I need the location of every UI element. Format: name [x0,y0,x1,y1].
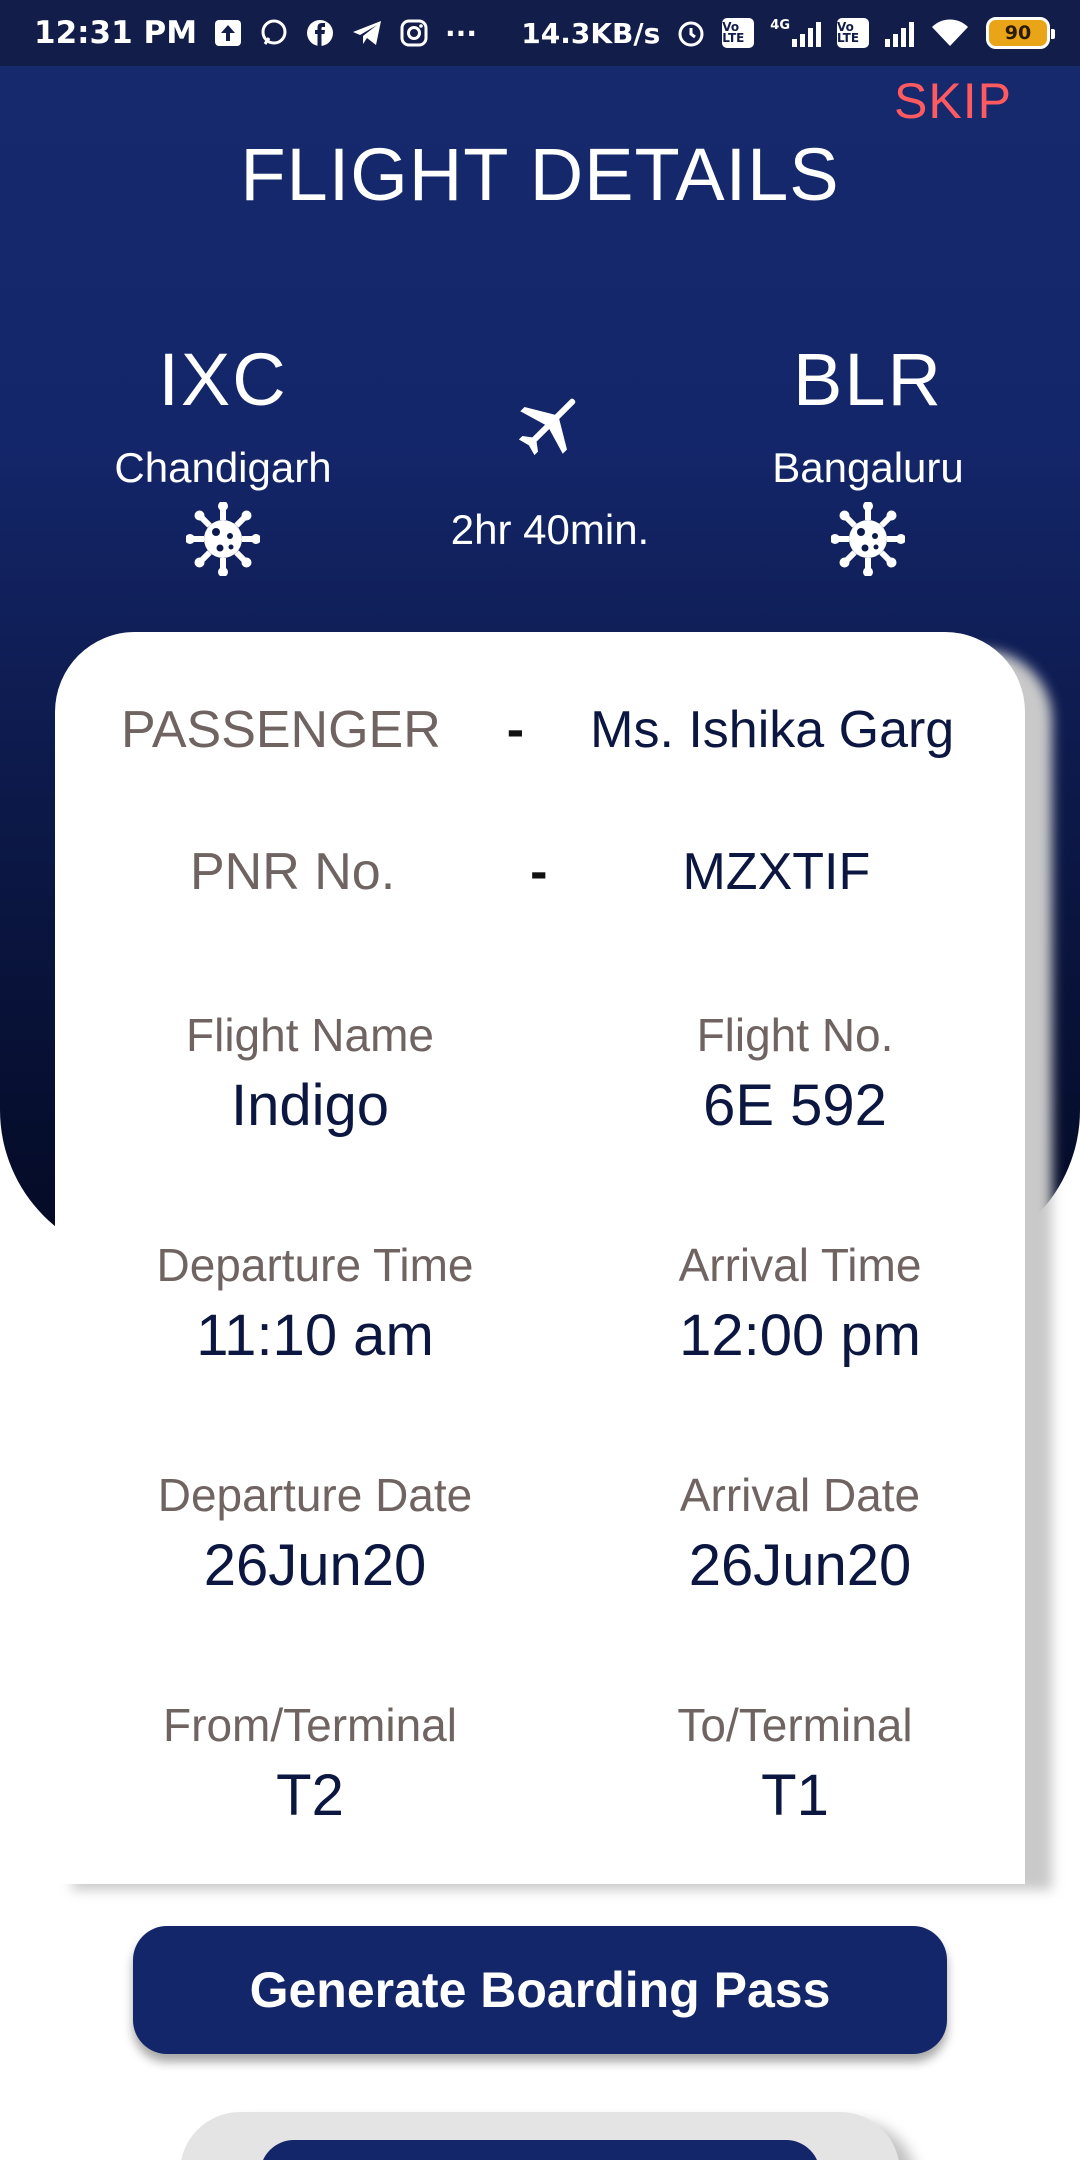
passenger-separator: - [506,701,525,759]
skip-button[interactable]: SKIP [894,72,1012,130]
origin-code: IXC [158,338,288,421]
network-speed: 14.3KB/s [521,16,661,50]
departure-time-label: Departure Time [156,1239,474,1291]
telegram-icon [351,18,383,48]
battery-icon: 90 [986,17,1055,49]
destination-code: BLR [793,338,943,421]
to-terminal-label: To/Terminal [677,1699,913,1751]
to-terminal-field: To/Terminal T1 [575,1698,1015,1829]
arrival-time-label: Arrival Time [678,1239,922,1291]
instagram-icon [399,18,429,48]
flight-duration: 2hr 40min. [450,506,650,553]
arrival-time-value: 12:00 pm [679,1303,921,1368]
flight-number-label: Flight No. [696,1009,894,1061]
upload-icon [213,18,243,48]
page-title: FLIGHT DETAILS [240,133,840,216]
facebook-icon [305,18,335,48]
flight-number-value: 6E 592 [703,1073,887,1138]
arrival-date-value: 26Jun20 [688,1533,912,1598]
to-terminal-value: T1 [761,1763,829,1828]
status-bar: 12:31 PM ··· 14.3KB/s Vo LTE 4G Vo LTE 9… [0,0,1080,66]
more-notifications: ··· [445,16,477,50]
pnr-label: PNR No. [190,843,396,901]
passenger-label: PASSENGER [121,701,441,759]
arrival-date-label: Arrival Date [679,1469,921,1521]
flight-number-field: Flight No. 6E 592 [575,1008,1015,1139]
arrival-date-field: Arrival Date 26Jun20 [580,1468,1020,1599]
passenger-row: PASSENGER - Ms. Ishika Garg [121,700,954,760]
from-terminal-field: From/Terminal T2 [90,1698,530,1829]
alarm-icon [676,18,706,48]
departure-time-field: Departure Time 11:10 am [95,1238,535,1369]
wifi-icon [930,18,970,48]
signal-icon [885,19,914,47]
flight-name-field: Flight Name Indigo [90,1008,530,1139]
destination-city: Bangaluru [772,444,964,491]
network-type: 4G [770,18,790,33]
airplane-icon [518,398,576,456]
departure-time-value: 11:10 am [196,1303,434,1368]
departure-date-value: 26Jun20 [203,1533,427,1598]
passenger-name: Ms. Ishika Garg [590,701,955,759]
from-terminal-label: From/Terminal [163,1699,457,1751]
bottom-action-button[interactable] [260,2140,820,2160]
origin-city: Chandigarh [114,444,332,491]
pnr-row: PNR No. - MZXTIF [190,842,870,902]
flight-details-card: PASSENGER - Ms. Ishika Garg PNR No. - MZ… [55,632,1025,1884]
volte-badge: Vo LTE [722,18,755,48]
pnr-value: MZXTIF [682,843,871,901]
virus-icon [831,502,905,576]
signal-4g-icon: 4G [770,19,821,47]
chat-bubble-icon [259,18,289,48]
pnr-separator: - [530,843,548,901]
status-time: 12:31 PM [34,15,198,51]
destination-airport: BLR Bangaluru [708,336,1028,576]
departure-date-field: Departure Date 26Jun20 [95,1468,535,1599]
arrival-time-field: Arrival Time 12:00 pm [580,1238,1020,1369]
flight-name-label: Flight Name [186,1009,434,1061]
origin-airport: IXC Chandigarh [63,336,383,576]
departure-date-label: Departure Date [157,1469,473,1521]
volte-badge-2: Vo LTE [837,18,869,48]
generate-boarding-pass-button[interactable]: Generate Boarding Pass [133,1926,947,2054]
flight-name-value: Indigo [230,1073,390,1138]
from-terminal-value: T2 [276,1763,344,1828]
virus-icon [186,502,260,576]
flight-duration-block: 2hr 40min. [430,388,670,554]
